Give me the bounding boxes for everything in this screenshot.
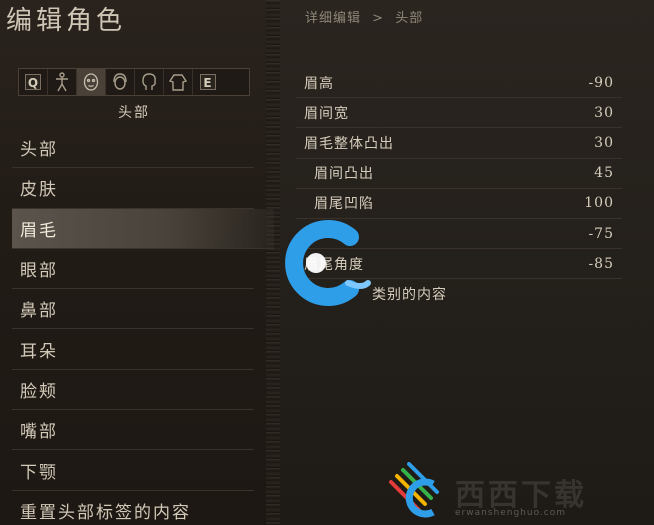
- menu-item-ears[interactable]: 耳朵: [12, 329, 254, 370]
- menu-item-skin[interactable]: 皮肤: [12, 168, 254, 209]
- watermark-stripes-icon: [389, 462, 439, 518]
- watermark-url-text: erwanshenghuo.com: [455, 508, 567, 518]
- property-value: 30: [594, 104, 614, 121]
- menu-item-mouth[interactable]: 嘴部: [12, 410, 254, 451]
- hair-icon[interactable]: [106, 69, 135, 95]
- body-icon[interactable]: [48, 69, 77, 95]
- watermark-logo-icon: [280, 215, 372, 311]
- breadcrumb-current: 头部: [395, 11, 424, 26]
- e-key-icon[interactable]: E: [193, 69, 222, 95]
- property-value: 30: [594, 134, 614, 151]
- property-label: 眉间宽: [304, 105, 349, 122]
- property-value: -90: [588, 74, 614, 91]
- menu-item-head[interactable]: 头部: [12, 128, 254, 169]
- panel-divider: [266, 0, 280, 525]
- property-value: -85: [588, 255, 614, 272]
- property-value: 100: [584, 195, 614, 212]
- breadcrumb-separator: >: [372, 11, 385, 26]
- property-row[interactable]: 眉间凸出 45: [296, 159, 622, 189]
- watermark-brand: 西西下载 erwanshenghuo.com: [385, 462, 654, 522]
- menu-item-eyebrows[interactable]: 眉毛: [12, 208, 274, 249]
- menu-item-jaw[interactable]: 下颚: [12, 450, 254, 491]
- property-label: 眉高: [304, 75, 334, 92]
- property-row[interactable]: 眉高 -90: [296, 68, 622, 99]
- torso-icon[interactable]: [164, 69, 193, 95]
- property-value: 45: [594, 165, 614, 182]
- property-row[interactable]: 眉间宽 30: [296, 98, 622, 129]
- breadcrumb-parent[interactable]: 详细编辑: [305, 11, 361, 26]
- menu-item-eyes[interactable]: 眼部: [12, 249, 254, 290]
- q-key-icon[interactable]: Q: [19, 69, 48, 95]
- category-menu: 头部 皮肤 眉毛 眼部 鼻部 耳朵 脸颊 嘴部 下颚 重置头部标签的内容: [12, 128, 274, 525]
- property-label: 眉尾凹陷: [314, 196, 374, 213]
- property-value: -75: [588, 225, 614, 242]
- property-row[interactable]: 眉毛整体凸出 30: [296, 128, 622, 159]
- menu-item-cheeks[interactable]: 脸颊: [12, 370, 254, 411]
- menu-item-nose[interactable]: 鼻部: [12, 289, 254, 330]
- breadcrumb: 详细编辑 > 头部: [305, 7, 429, 26]
- property-label: 眉间凸出: [314, 166, 374, 183]
- category-tab-bar: Q E: [18, 68, 250, 96]
- page-title: 编辑角色: [6, 6, 127, 36]
- face-icon[interactable]: [77, 69, 106, 95]
- section-heading: 头部: [118, 105, 150, 121]
- property-label: 眉毛整体凸出: [304, 135, 394, 152]
- head-profile-icon[interactable]: [135, 69, 164, 95]
- menu-item-reset-head[interactable]: 重置头部标签的内容: [12, 491, 254, 525]
